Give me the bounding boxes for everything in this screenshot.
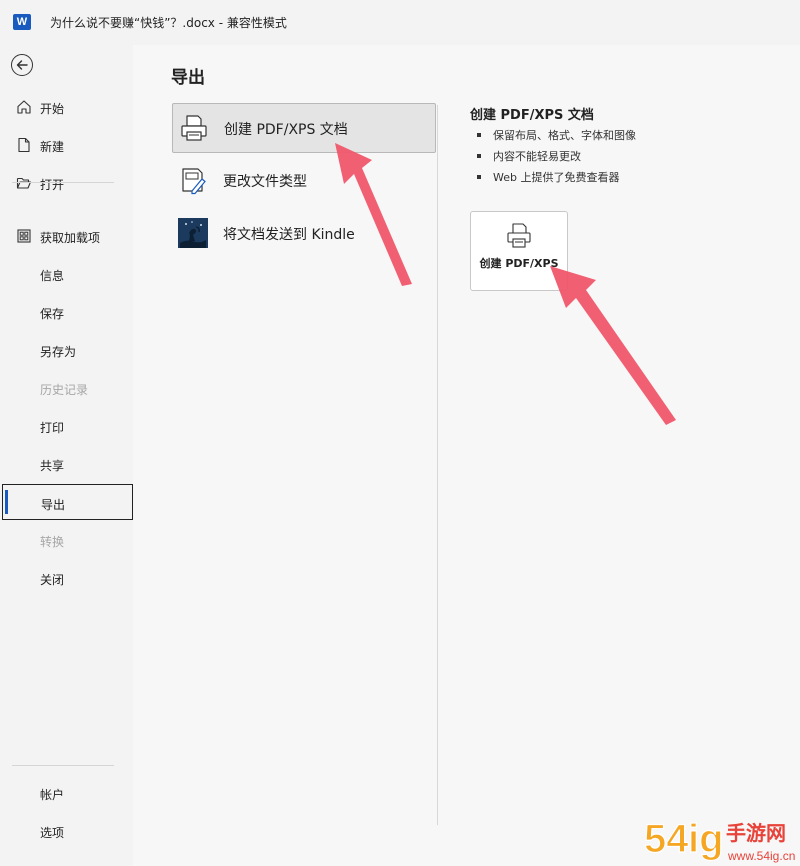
sidebar-item-history: 历史记录 (0, 370, 133, 406)
back-arrow-icon (16, 60, 28, 70)
detail-bullet: Web 上提供了免费查看器 (475, 167, 636, 188)
sidebar-item-save-as[interactable]: 另存为 (0, 332, 133, 368)
home-icon (17, 100, 31, 114)
export-option-create-pdf-xps[interactable]: 创建 PDF/XPS 文档 (172, 103, 436, 153)
window-title: 为什么说不要赚“快钱”？.docx - 兼容性模式 (50, 16, 287, 30)
sidebar-item-open[interactable]: 打开 (0, 165, 133, 201)
svg-text:手游网: 手游网 (726, 821, 786, 845)
change-file-type-icon (182, 168, 206, 195)
detail-bullet: 保留布局、格式、字体和图像 (475, 125, 636, 146)
panel-divider (437, 105, 438, 825)
create-pdf-xps-button-label: 创建 PDF/XPS (479, 257, 559, 270)
sidebar-item-label: 打开 (40, 178, 65, 192)
sidebar-item-label: 共享 (40, 459, 65, 473)
back-button[interactable] (11, 54, 33, 76)
new-document-icon (18, 137, 30, 153)
printer-document-icon (507, 223, 531, 248)
sidebar-item-label: 信息 (40, 269, 65, 283)
sidebar-item-export[interactable]: 导出 (2, 484, 133, 520)
sidebar-item-info[interactable]: 信息 (0, 256, 133, 292)
svg-text:ig: ig (688, 817, 724, 861)
sidebar-item-home[interactable]: 开始 (0, 89, 133, 125)
folder-open-icon (16, 177, 32, 189)
sidebar-item-label: 选项 (40, 826, 65, 840)
sidebar-item-label: 转换 (40, 535, 65, 549)
sidebar-item-share[interactable]: 共享 (0, 446, 133, 482)
sidebar-item-label: 获取加载项 (40, 231, 101, 245)
sidebar-item-options[interactable]: 选项 (0, 813, 133, 849)
sidebar-divider (12, 765, 114, 766)
sidebar-item-label: 关闭 (40, 573, 65, 587)
sidebar-item-transform: 转换 (0, 522, 133, 558)
sidebar-item-label: 打印 (40, 421, 65, 435)
detail-title: 创建 PDF/XPS 文档 (470, 108, 594, 123)
sidebar-item-save[interactable]: 保存 (0, 294, 133, 330)
export-option-label: 更改文件类型 (223, 174, 307, 190)
sidebar-item-account[interactable]: 帐户 (0, 775, 133, 811)
sidebar-item-label: 历史记录 (40, 383, 89, 397)
sidebar-item-new[interactable]: 新建 (0, 127, 133, 163)
title-bar: W 为什么说不要赚“快钱”？.docx - 兼容性模式 (0, 0, 800, 45)
export-option-label: 将文档发送到 Kindle (223, 227, 355, 243)
export-panel: 导出 创建 PDF/XPS 文档 更改文件类型 将文档发送到 Kindle 创建… (133, 45, 800, 866)
sidebar-item-close[interactable]: 关闭 (0, 560, 133, 596)
sidebar-item-label: 新建 (40, 140, 65, 154)
word-app-icon: W (13, 14, 31, 30)
sidebar-item-get-addins[interactable]: 获取加载项 (0, 218, 133, 254)
backstage-sidebar: 开始 新建 打开 获取加载项 信息 保存 另存为 历史记录 打印 共享 导出 转… (0, 45, 133, 866)
sidebar-item-label: 保存 (40, 307, 65, 321)
detail-bullet: 内容不能轻易更改 (475, 146, 636, 167)
printer-document-icon (181, 115, 207, 141)
kindle-icon (178, 218, 208, 248)
create-pdf-xps-button[interactable]: 创建 PDF/XPS (470, 211, 568, 291)
sidebar-item-label: 帐户 (40, 788, 65, 802)
detail-bullet-list: 保留布局、格式、字体和图像 内容不能轻易更改 Web 上提供了免费查看器 (475, 125, 636, 188)
svg-text:www.54ig.cn: www.54ig.cn (727, 849, 795, 863)
sidebar-item-label: 开始 (40, 102, 65, 116)
sidebar-item-print[interactable]: 打印 (0, 408, 133, 444)
export-option-send-to-kindle[interactable]: 将文档发送到 Kindle (172, 209, 436, 259)
svg-text:54: 54 (644, 817, 689, 861)
grid-icon (17, 229, 31, 243)
sidebar-divider (12, 182, 114, 183)
export-option-change-file-type[interactable]: 更改文件类型 (172, 156, 436, 206)
site-watermark-logo: 54 ig 手游网 www.54ig.cn (643, 816, 795, 863)
page-title: 导出 (171, 68, 205, 88)
sidebar-item-label: 另存为 (40, 345, 77, 359)
sidebar-item-label: 导出 (41, 498, 66, 512)
export-option-label: 创建 PDF/XPS 文档 (224, 122, 348, 138)
